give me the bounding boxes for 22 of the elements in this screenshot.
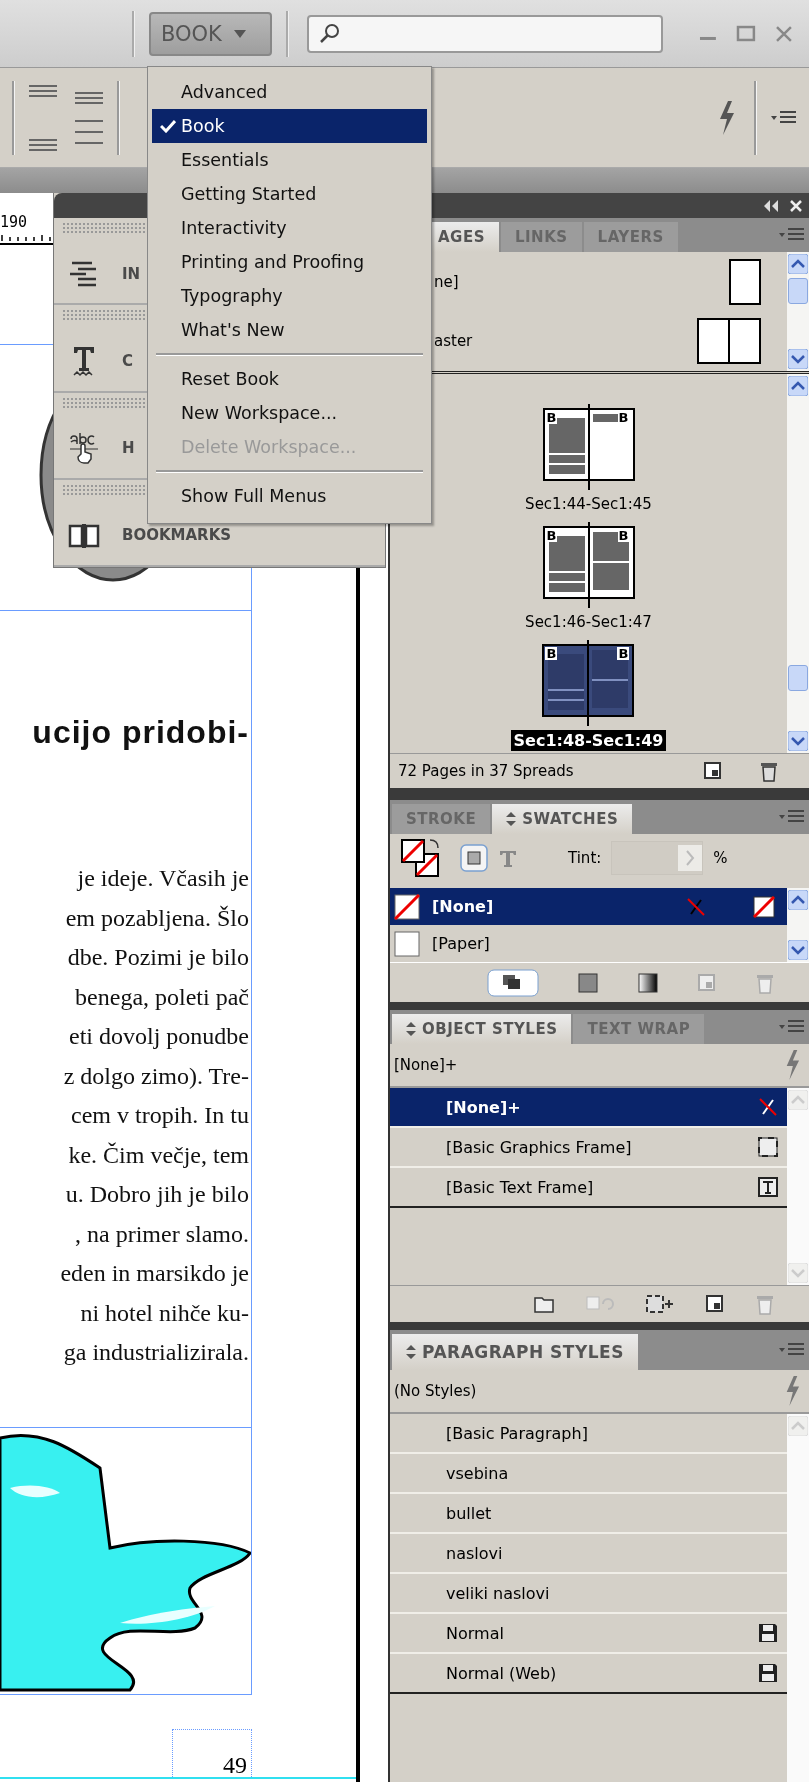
percent-label: %: [713, 849, 728, 867]
body-text-line: dbe. Pozimi je bilo: [66, 943, 250, 972]
master-letter: B: [617, 647, 630, 660]
page-count-label: 72 Pages in 37 Spreads: [398, 762, 574, 780]
body-text-line: z dolgo zimo). Tre-: [62, 1061, 250, 1091]
body-text-line: , na primer slamo.: [74, 1219, 250, 1249]
body-text-line: ke. Čim večje, tem: [67, 1140, 250, 1170]
body-text-line: eden in marsikdo je: [59, 1259, 250, 1288]
current-style-label: (No Styles): [394, 1382, 477, 1400]
body-text-line: u. Dobro jih je bilo: [64, 1180, 250, 1209]
tint-label: Tint:: [568, 849, 602, 867]
body-text-line: eti dovolj ponudbe: [68, 1022, 250, 1051]
body-text-line: cem v tropih. In tu: [70, 1101, 250, 1130]
body-text-line: ni hotel nihče ku-: [79, 1298, 250, 1328]
body-text-line: benega, poleti pač: [74, 982, 250, 1012]
body-text-line: em pozabljena. Šlo: [64, 903, 250, 933]
ruler-label: 190: [0, 213, 29, 231]
body-text-line: ga industrializirala.: [62, 1338, 250, 1367]
body-text-line: je ideje. Včasih je: [75, 864, 250, 893]
current-style-label: [None]+: [394, 1056, 458, 1074]
article-heading: ucijo pridobi-: [32, 713, 250, 751]
master-letter: B: [545, 647, 558, 660]
